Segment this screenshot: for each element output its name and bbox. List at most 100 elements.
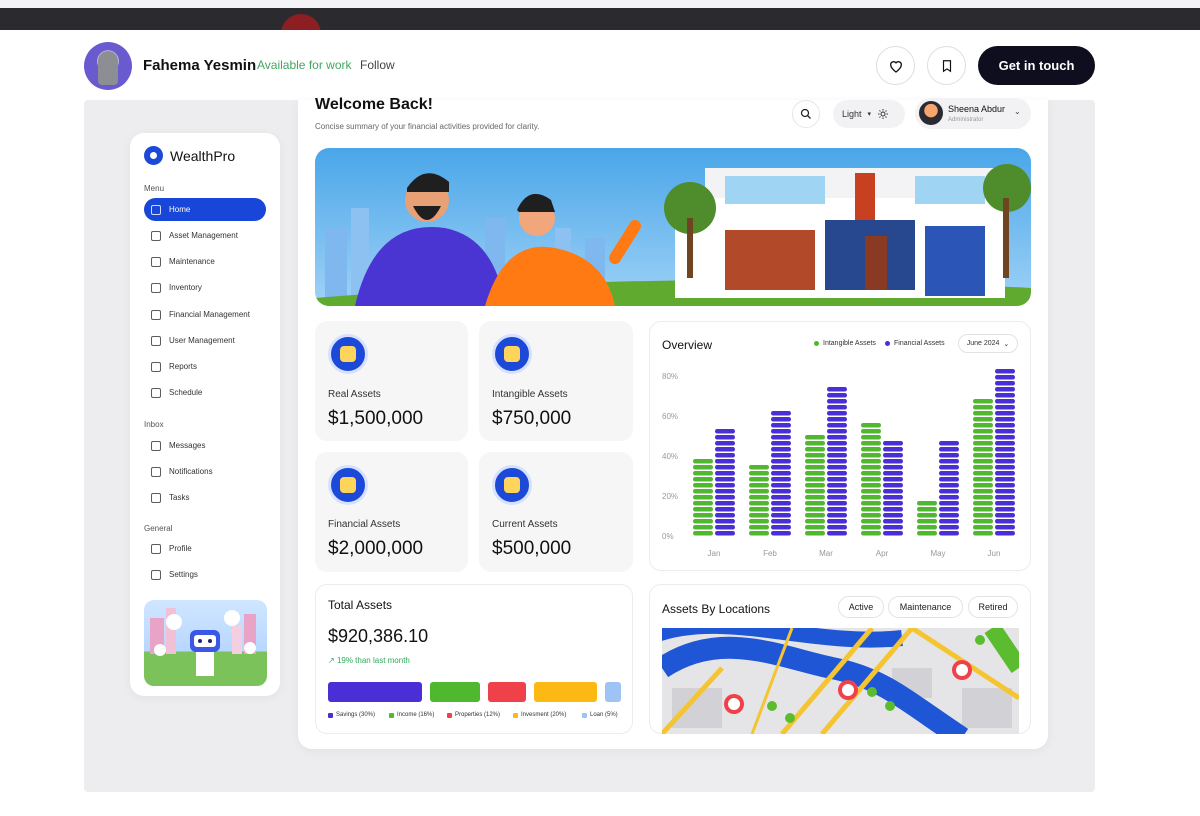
sidebar-item-home[interactable]: Home — [144, 198, 266, 221]
sidebar-item-label: Profile — [169, 544, 192, 553]
tools-icon — [151, 256, 161, 267]
grid-icon — [151, 204, 161, 215]
breakdown-segment[interactable] — [430, 682, 480, 702]
total-assets-value: $920,386.10 — [328, 626, 429, 646]
sidebar-item-asset-management[interactable]: Asset Management — [144, 224, 266, 247]
search-button[interactable] — [792, 100, 820, 128]
breakdown-segment[interactable] — [328, 682, 422, 702]
bar-mar-intangible[interactable] — [805, 435, 825, 536]
legend-label: Properties (12%) — [455, 712, 501, 718]
legend-swatch — [328, 712, 333, 718]
save-button[interactable] — [927, 46, 966, 85]
legend-swatch — [389, 712, 394, 718]
bar-apr-intangible[interactable] — [861, 423, 881, 536]
section-inbox: Inbox — [144, 420, 164, 429]
bar-mar-financial[interactable] — [827, 387, 847, 536]
x-tick-label: May — [930, 549, 945, 558]
breakdown-legend-item: Invesment (20%) — [513, 712, 566, 718]
sidebar-item-label: Inventory — [169, 283, 202, 292]
x-tick-label: Mar — [819, 549, 833, 558]
sidebar-item-tasks[interactable]: Tasks — [144, 486, 266, 509]
breakdown-segment[interactable] — [488, 682, 526, 702]
calendar-icon — [151, 387, 161, 398]
locations-map[interactable] — [662, 628, 1019, 734]
chevron-down-icon[interactable]: ⌄ — [1014, 107, 1021, 116]
y-tick-label: 20% — [662, 492, 678, 501]
sidebar-item-label: Tasks — [169, 493, 190, 502]
availability-status: Available for work — [257, 58, 352, 72]
search-icon — [800, 108, 811, 119]
breakdown-segment[interactable] — [534, 682, 597, 702]
brand[interactable]: WealthPro — [144, 146, 235, 165]
heart-icon — [889, 60, 902, 73]
breakdown-legend-item: Savings (30%) — [328, 712, 375, 718]
legend-label: Intangible Assets — [823, 340, 876, 347]
chevron-down-icon: ⌄ — [1003, 340, 1010, 348]
sidebar-item-inventory[interactable]: Inventory — [144, 276, 266, 299]
legend-financial: Financial Assets — [885, 340, 945, 347]
get-in-touch-button[interactable]: Get in touch — [978, 46, 1095, 85]
follow-button[interactable]: Follow — [360, 58, 395, 72]
filter-active-button[interactable]: Active — [838, 596, 884, 618]
task-icon — [151, 492, 161, 503]
designer-name[interactable]: Fahema Yesmin — [143, 57, 256, 74]
x-tick-label: Feb — [763, 549, 777, 558]
map-pin-user[interactable] — [838, 680, 858, 700]
designer-avatar[interactable] — [84, 42, 132, 90]
sidebar-item-profile[interactable]: Profile — [144, 537, 266, 560]
sidebar-item-label: Home — [169, 205, 191, 214]
sidebar-item-notifications[interactable]: Notifications — [144, 460, 266, 483]
promo-illustration — [144, 600, 267, 686]
bar-apr-financial[interactable] — [883, 441, 903, 536]
x-tick-label: Jun — [988, 549, 1001, 558]
legend-label: Savings (30%) — [336, 712, 376, 718]
y-tick-label: 80% — [662, 372, 678, 381]
user-avatar[interactable] — [919, 101, 943, 125]
sidebar-item-maintenance[interactable]: Maintenance — [144, 250, 266, 273]
sidebar-item-label: Settings — [169, 570, 198, 579]
bar-feb-intangible[interactable] — [749, 465, 769, 536]
gear-icon — [151, 569, 161, 580]
sidebar-item-user-management[interactable]: User Management — [144, 329, 266, 352]
y-tick-label: 60% — [662, 412, 678, 421]
sidebar-item-schedule[interactable]: Schedule — [144, 381, 266, 404]
sidebar-item-financial-management[interactable]: Financial Management — [144, 303, 266, 326]
period-select[interactable]: June 2024 ⌄ — [958, 334, 1018, 353]
bookmark-icon — [942, 59, 951, 72]
overview-chart: 80% 60% 40% 20% 0% Jan Feb Mar Apr May Jun — [662, 369, 1015, 558]
bar-may-financial[interactable] — [939, 441, 959, 536]
sidebar-item-settings[interactable]: Settings — [144, 563, 266, 586]
database-icon — [151, 230, 161, 241]
clock-icon — [492, 465, 532, 505]
map-pin-dollar[interactable] — [724, 694, 744, 714]
money-icon — [151, 309, 161, 320]
breakdown-segment[interactable] — [605, 682, 621, 702]
map-pin-home[interactable] — [952, 660, 972, 680]
bar-jun-intangible[interactable] — [973, 399, 993, 536]
filter-maintenance-button[interactable]: Maintenance — [888, 596, 963, 618]
sun-icon — [878, 109, 889, 119]
theme-toggle[interactable]: Light ▾ — [833, 100, 905, 128]
user-role: Administrator — [948, 117, 984, 123]
bar-jun-financial[interactable] — [995, 369, 1015, 536]
asset-value: $1,500,000 — [328, 408, 424, 429]
sidebar-item-messages[interactable]: Messages — [144, 434, 266, 457]
legend-dot — [814, 341, 819, 346]
legend-intangible: Intangible Assets — [814, 340, 876, 347]
sidebar-item-label: Asset Management — [169, 231, 238, 240]
sidebar-item-label: Messages — [169, 441, 206, 450]
filter-retired-button[interactable]: Retired — [968, 596, 1018, 618]
chevron-down-icon: ▾ — [867, 111, 872, 118]
x-tick-label: Jan — [708, 549, 721, 558]
y-tick-label: 0% — [662, 532, 674, 541]
user-name: Sheena Abdur — [948, 104, 1006, 114]
asset-label: Real Assets — [328, 389, 381, 400]
bar-jan-intangible[interactable] — [693, 459, 713, 536]
like-button[interactable] — [876, 46, 915, 85]
hero-banner — [315, 148, 1031, 306]
bar-feb-financial[interactable] — [771, 411, 791, 536]
bar-may-intangible[interactable] — [917, 501, 937, 536]
sidebar-item-reports[interactable]: Reports — [144, 355, 266, 378]
bar-jan-financial[interactable] — [715, 429, 735, 536]
trend-label: 19% than last month — [336, 656, 410, 665]
